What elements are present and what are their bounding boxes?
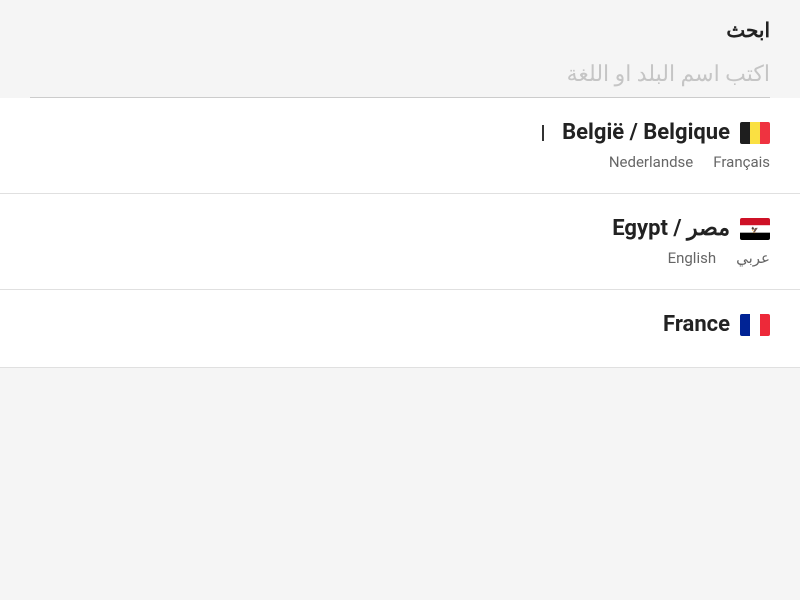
country-name-row-belgium: België / Belgique (30, 120, 770, 145)
search-input-wrapper (30, 52, 770, 98)
country-item-egypt[interactable]: Egypt / مصر 🦅 English عربي (0, 194, 800, 290)
country-item-france[interactable]: France (0, 290, 800, 368)
country-languages-egypt: English عربي (30, 249, 770, 267)
language-tag-nl[interactable]: Nederlandse (609, 153, 693, 171)
search-header: ابحث (0, 0, 800, 98)
language-tag-fr[interactable]: Français (713, 153, 770, 171)
country-name-row-france: France (30, 312, 770, 337)
svg-text:🦅: 🦅 (751, 226, 758, 234)
search-input[interactable] (30, 52, 770, 98)
country-name-france: France (663, 312, 730, 337)
language-tag-ar[interactable]: عربي (736, 249, 770, 267)
country-languages-belgium: Nederlandse Français (30, 153, 770, 171)
flag-egypt: 🦅 (740, 218, 770, 240)
country-name-row-egypt: Egypt / مصر 🦅 (30, 216, 770, 241)
flag-france (740, 314, 770, 336)
language-tag-en[interactable]: English (668, 249, 717, 267)
flag-belgium (740, 122, 770, 144)
country-item-belgium[interactable]: België / Belgique Nederlandse Français (0, 98, 800, 194)
country-name-egypt: Egypt / مصر (612, 216, 730, 241)
country-name-belgium: België / Belgique (562, 120, 730, 145)
page-container: ابحث België / Belgique (0, 0, 800, 600)
search-title: ابحث (30, 18, 770, 42)
cursor-marker (542, 125, 552, 141)
country-list: België / Belgique Nederlandse Français E… (0, 98, 800, 600)
